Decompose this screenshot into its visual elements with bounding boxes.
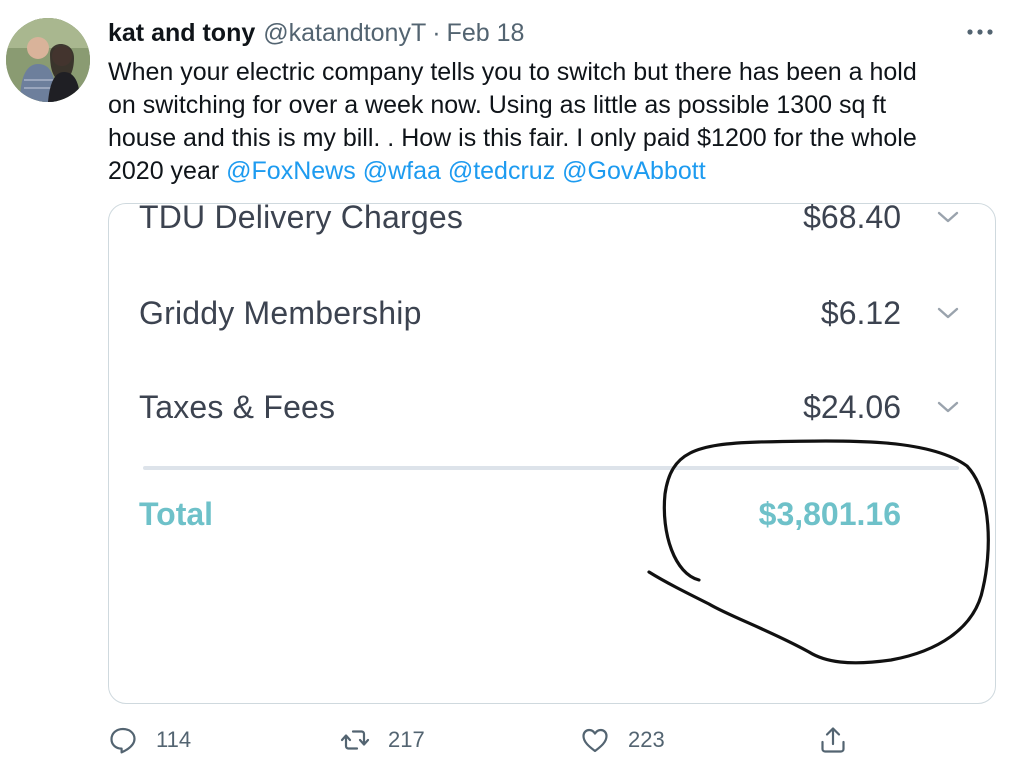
share-icon <box>821 727 845 753</box>
tweet: kat and tony @katandtonyT · Feb 18 When … <box>0 0 1024 772</box>
bill-row-amount: $68.40 <box>803 203 901 235</box>
avatar[interactable] <box>6 18 90 102</box>
tweet-text-line: house and this is my bill. . How is this… <box>108 124 917 152</box>
tweet-date[interactable]: Feb 18 <box>447 19 525 48</box>
tweet-text-line-last: 2020 year @FoxNews @wfaa @tedcruz @GovAb… <box>108 155 1008 188</box>
bill-row: Griddy Membership $6.12 <box>139 288 995 338</box>
bill-row-label: Taxes & Fees <box>139 388 336 425</box>
like-button[interactable]: 223 <box>580 720 665 760</box>
bill-row-label: Griddy Membership <box>139 294 422 331</box>
hand-drawn-circle <box>647 439 990 665</box>
retweet-button[interactable]: 217 <box>340 720 425 760</box>
tweet-text-line: on switching for over a week now. Using … <box>108 91 887 119</box>
more-icon <box>967 29 993 35</box>
share-button[interactable] <box>818 720 848 760</box>
mention-link[interactable]: @tedcruz <box>448 157 555 185</box>
tweet-text-fragment: 2020 year <box>108 157 220 185</box>
bill-row-amount: $6.12 <box>820 294 901 331</box>
total-label: Total <box>139 496 214 532</box>
bill-row: Taxes & Fees $24.06 <box>139 382 995 432</box>
reply-count: 114 <box>156 727 192 752</box>
bill-row: TDU Delivery Charges $68.40 <box>139 203 995 242</box>
mention-link[interactable]: @GovAbbott <box>562 157 706 185</box>
retweet-icon <box>340 730 370 750</box>
bill-row-label: TDU Delivery Charges <box>139 203 464 235</box>
tweet-media-image[interactable]: TDU Delivery Charges $68.40 Griddy Membe… <box>108 203 996 704</box>
author-handle[interactable]: @katandtonyT <box>263 19 426 48</box>
mention-link[interactable]: @wfaa <box>363 157 441 185</box>
separator-dot: · <box>432 18 441 47</box>
chevron-down-icon <box>937 401 959 413</box>
like-count: 223 <box>628 727 665 752</box>
total-amount: $3,801.16 <box>758 496 901 532</box>
tweet-text-line: When your electric company tells you to … <box>108 58 917 86</box>
reply-icon <box>110 727 136 754</box>
reply-button[interactable]: 114 <box>108 720 191 760</box>
chevron-down-icon <box>937 307 959 319</box>
tweet-actions: 114 217 223 <box>108 720 868 760</box>
chevron-down-icon <box>937 211 959 223</box>
heart-icon <box>582 728 608 753</box>
author-name[interactable]: kat and tony <box>108 19 255 48</box>
more-button[interactable] <box>964 20 996 44</box>
avatar-image <box>6 18 90 102</box>
mention-link[interactable]: @FoxNews <box>226 157 356 185</box>
retweet-count: 217 <box>388 727 425 752</box>
bill-divider <box>143 466 959 470</box>
tweet-header: kat and tony @katandtonyT · Feb 18 <box>108 18 524 48</box>
bill-row-amount: $24.06 <box>803 388 901 425</box>
tweet-text: When your electric company tells you to … <box>108 56 1008 188</box>
